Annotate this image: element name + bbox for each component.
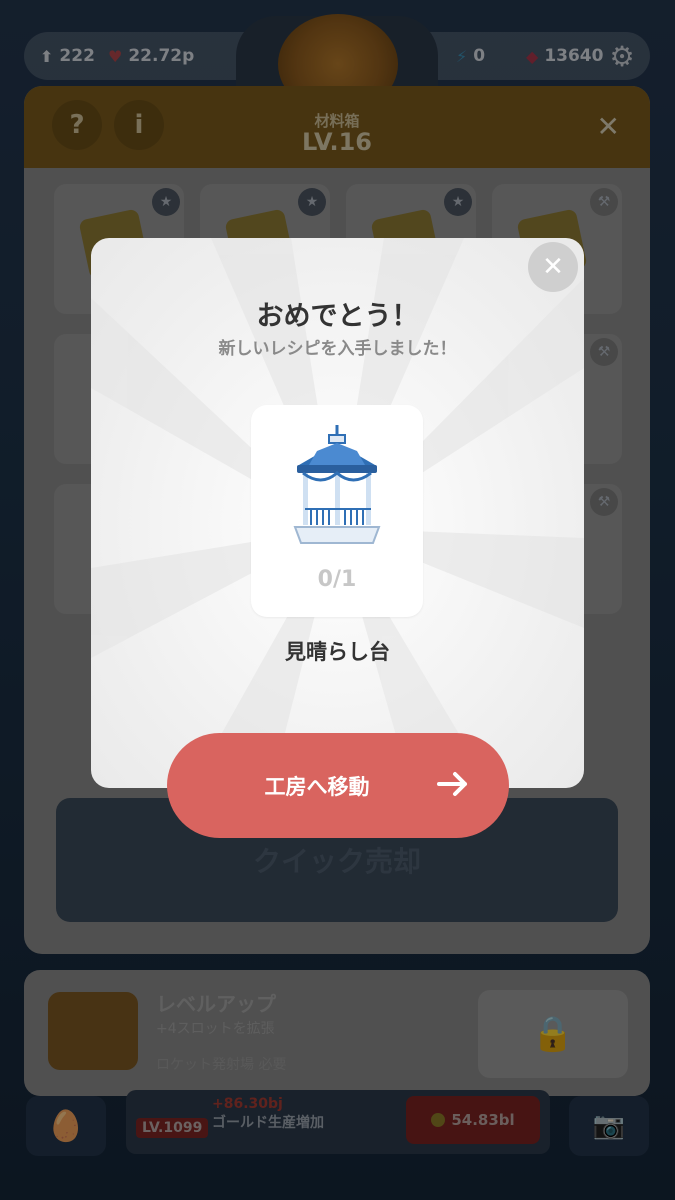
modal-subtitle: 新しいレシピを入手しました！ bbox=[218, 339, 457, 359]
modal-title: おめでとう！ bbox=[256, 301, 419, 332]
recipe-count: 0/1 bbox=[317, 567, 357, 592]
go-to-workshop-button[interactable]: 工房へ移動 bbox=[167, 733, 509, 838]
recipe-card: 0/1 bbox=[251, 405, 423, 617]
arrow-right-icon bbox=[437, 772, 467, 796]
go-to-workshop-label: 工房へ移動 bbox=[264, 775, 370, 799]
modal-close-button[interactable]: ✕ bbox=[528, 242, 578, 292]
gazebo-icon bbox=[293, 425, 381, 544]
recipe-name: 見晴らし台 bbox=[285, 640, 390, 664]
